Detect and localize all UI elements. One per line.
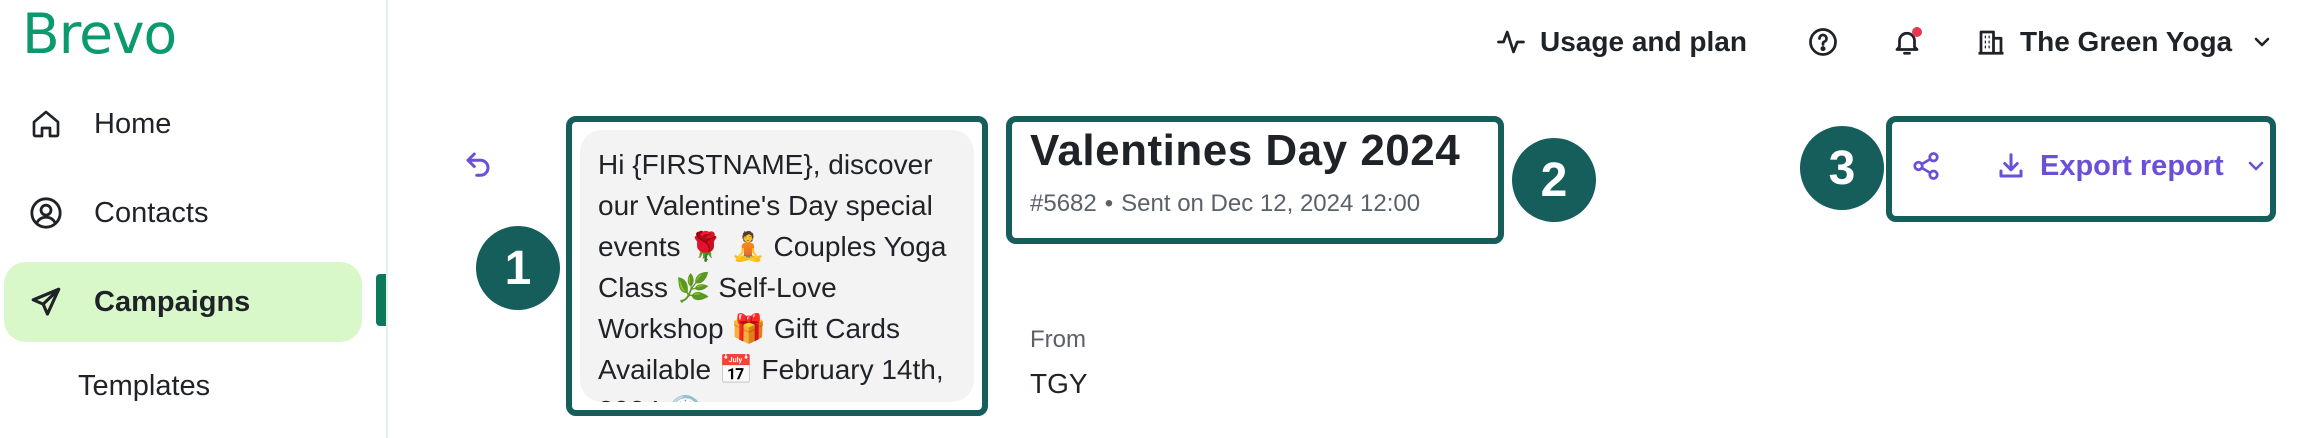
highlight-box-2	[1006, 116, 1504, 244]
sidebar-item-contacts[interactable]: Contacts	[4, 173, 362, 253]
sidebar: Brevo Home Contacts Campaigns Templates	[0, 0, 388, 438]
highlight-box-1	[566, 116, 988, 416]
annotation-badge-1: 1	[476, 226, 560, 310]
contacts-icon	[24, 191, 68, 235]
annotation-badge-2: 2	[1512, 138, 1596, 222]
help-button[interactable]	[1808, 18, 1852, 66]
bell-icon	[1892, 27, 1922, 57]
sidebar-item-label: Contacts	[94, 196, 209, 229]
building-icon	[1976, 27, 2006, 57]
sidebar-item-label: Campaigns	[94, 285, 251, 318]
sidebar-item-label: Home	[94, 107, 172, 140]
notification-dot	[1912, 27, 1922, 37]
back-button[interactable]	[460, 146, 496, 182]
account-switcher[interactable]: The Green Yoga	[1976, 18, 2274, 66]
usage-label: Usage and plan	[1540, 26, 1747, 57]
chevron-down-icon	[2250, 30, 2274, 54]
undo-arrow-icon	[466, 152, 490, 177]
brevo-logo[interactable]: Brevo	[22, 2, 177, 66]
annotation-badge-3: 3	[1800, 126, 1884, 210]
from-value: TGY	[1030, 368, 1088, 399]
sidebar-item-label: Templates	[78, 369, 211, 402]
activity-icon	[1496, 27, 1526, 57]
account-name: The Green Yoga	[2020, 26, 2233, 57]
notifications-button[interactable]	[1892, 18, 1936, 66]
sidebar-item-home[interactable]: Home	[4, 84, 362, 164]
usage-and-plan-button[interactable]: Usage and plan	[1496, 18, 1747, 66]
help-icon	[1808, 27, 1838, 57]
sidebar-item-templates[interactable]: Templates	[4, 346, 436, 426]
sidebar-item-campaigns[interactable]: Campaigns	[4, 262, 362, 342]
home-icon	[24, 102, 68, 146]
from-label: From	[1030, 326, 1086, 353]
highlight-box-3	[1886, 116, 2276, 222]
send-icon	[24, 280, 68, 324]
active-indicator	[376, 274, 386, 326]
